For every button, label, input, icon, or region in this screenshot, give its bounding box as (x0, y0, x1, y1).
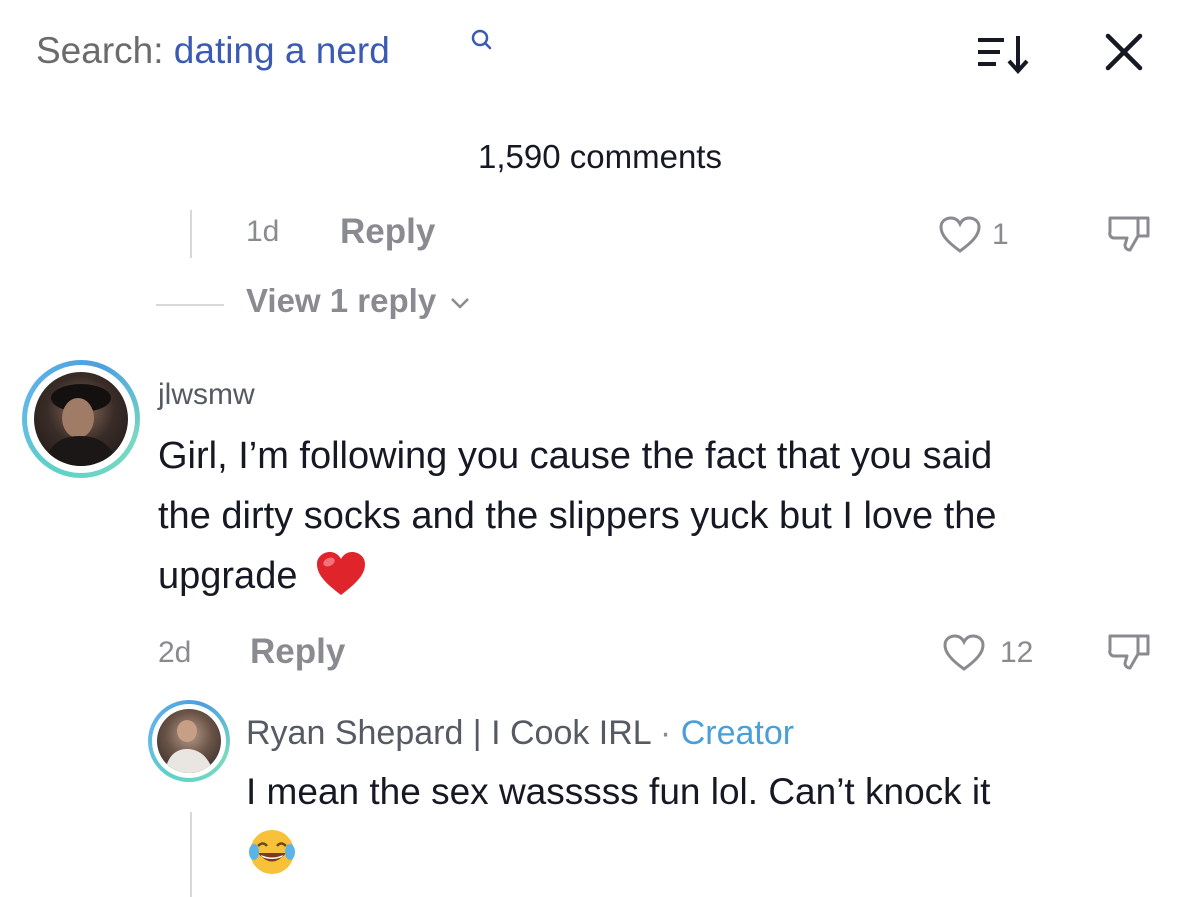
search-label: Search: (36, 30, 164, 71)
reply-username-row: Ryan Shepard | I Cook IRL · Creator (246, 714, 794, 753)
search-icon[interactable] (470, 28, 492, 54)
reply-button[interactable]: Reply (250, 632, 345, 672)
thread-line (190, 210, 192, 258)
heart-icon[interactable] (942, 633, 986, 673)
comment-line: upgrade (158, 546, 1168, 606)
avatar[interactable] (22, 360, 140, 478)
dislike-icon[interactable] (1104, 630, 1154, 674)
like-count: 12 (1000, 636, 1034, 669)
laughing-emoji (249, 830, 295, 874)
creator-badge: Creator (680, 714, 795, 752)
comment-time: 1d (246, 215, 280, 248)
comments-panel: Search: dating a nerd 1,590 comments 1d … (0, 0, 1200, 897)
profile-photo (44, 384, 118, 466)
comment-time: 2d (158, 636, 192, 669)
heart-icon[interactable] (938, 215, 982, 255)
reply-avatar[interactable] (148, 700, 230, 782)
view-replies-line (156, 304, 224, 306)
comments-count: 1,590 comments (478, 138, 722, 175)
view-replies-button[interactable]: View 1 reply (246, 282, 471, 320)
reply-text: I mean the sex wasssss fun lol. Can’t kn… (246, 771, 991, 812)
search-bar[interactable]: Search: dating a nerd (36, 30, 390, 72)
like-count: 1 (992, 218, 1009, 251)
comment-username[interactable]: jlwsmw (158, 378, 255, 412)
close-icon[interactable] (1100, 28, 1148, 76)
separator-dot: · (659, 714, 672, 752)
reply-username[interactable]: Ryan Shepard | I Cook IRL (246, 714, 650, 752)
dislike-icon[interactable] (1104, 212, 1154, 256)
chevron-down-icon (451, 298, 470, 310)
comment-line: Girl, I’m following you cause the fact t… (158, 435, 993, 477)
comment-text: Girl, I’m following you cause the fact t… (158, 426, 1168, 606)
search-term[interactable]: dating a nerd (174, 30, 390, 71)
comment-line: the dirty socks and the slippers yuck bu… (158, 495, 997, 537)
profile-photo (165, 720, 213, 773)
sort-icon[interactable] (972, 30, 1036, 78)
view-replies-label: View 1 reply (246, 282, 437, 319)
heart-emoji (317, 552, 366, 595)
reply-button[interactable]: Reply (340, 212, 435, 252)
thread-line (190, 812, 192, 897)
